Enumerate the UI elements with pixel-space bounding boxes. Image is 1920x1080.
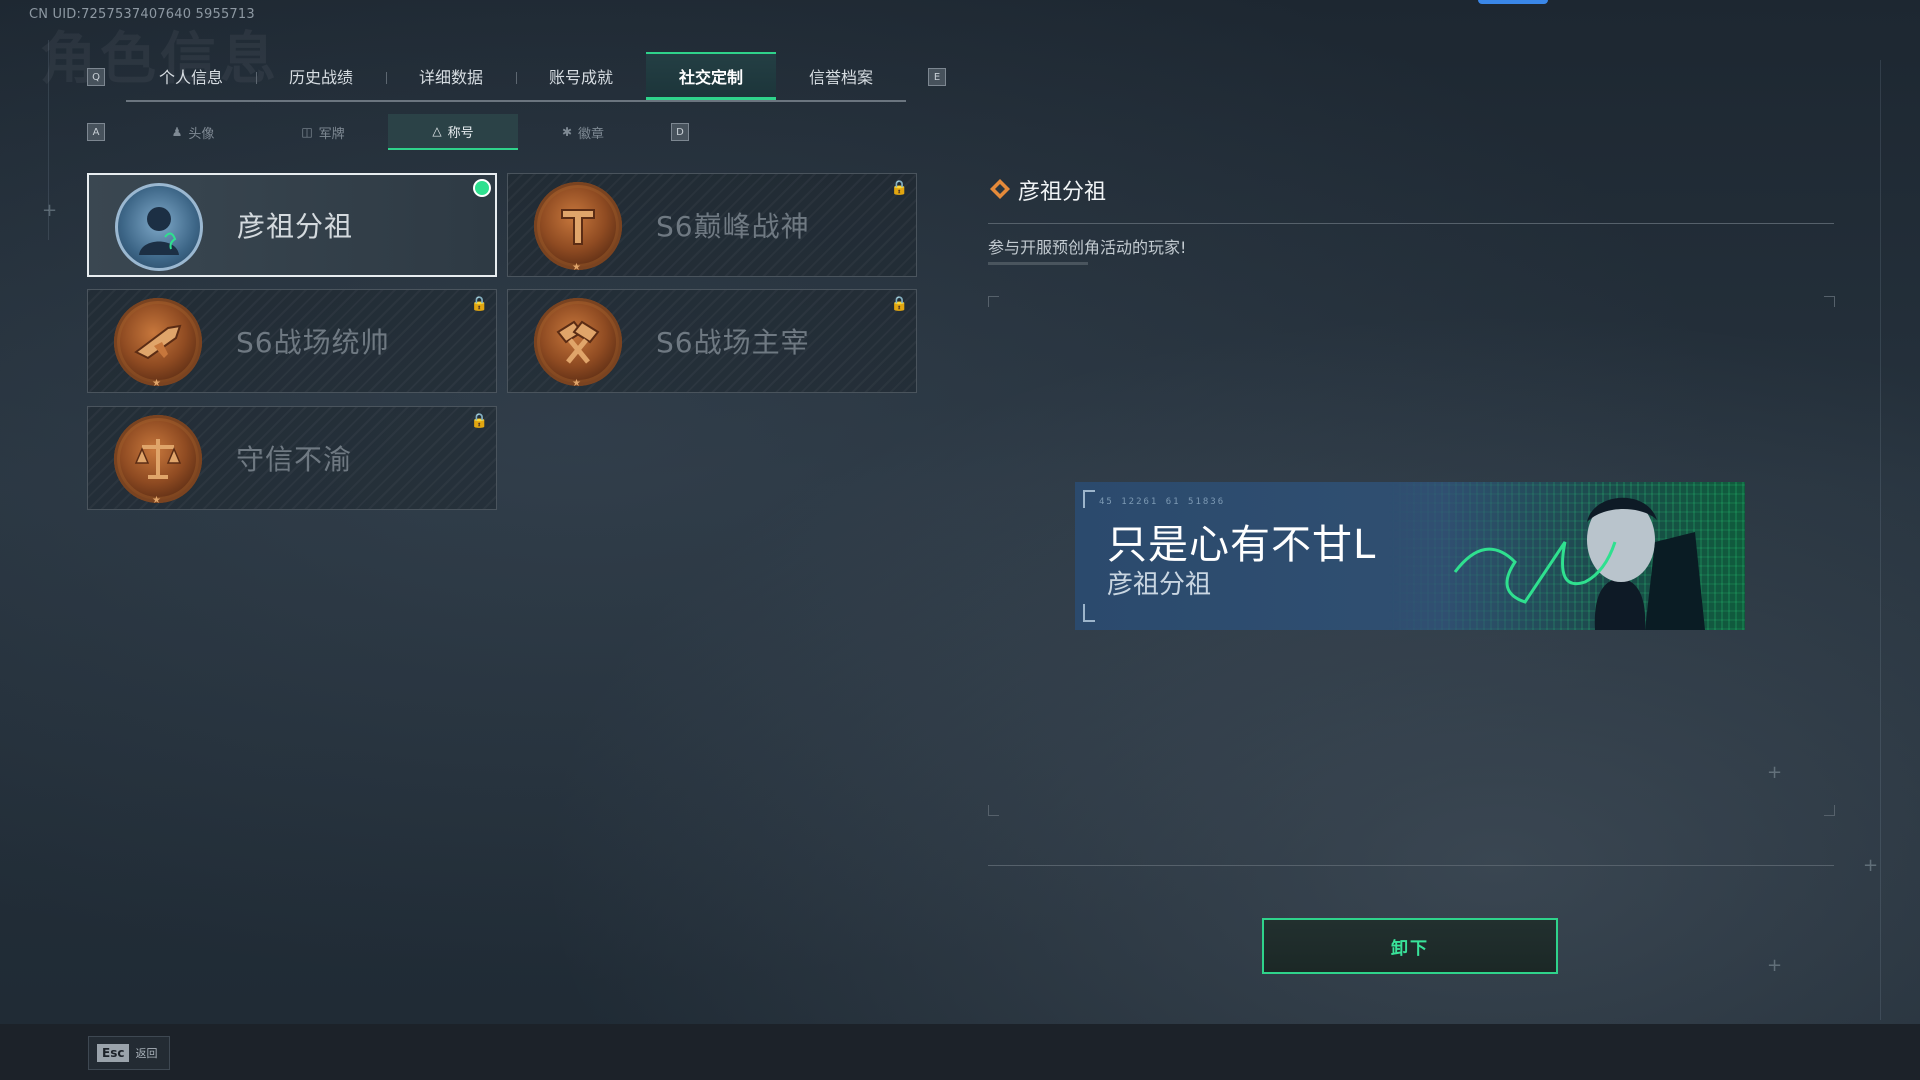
star-icon: ★ [572, 262, 581, 273]
footer-bar [0, 1024, 1920, 1080]
sub-tabs: ♟ 头像 ◫ 军牌 △ 称号 ✱ 徽章 [128, 114, 648, 150]
detail-divider [988, 223, 1834, 224]
frame-corner [988, 805, 999, 816]
jet-symbol-icon [134, 324, 182, 360]
subtab-avatar[interactable]: ♟ 头像 [128, 114, 258, 150]
title-name: S6战场统帅 [236, 326, 390, 359]
title-banner-preview: 45 12261 61 51836 只是心有不甘L 彦祖分祖 [1075, 482, 1745, 630]
crosshair-mark: + [1767, 955, 1783, 976]
crosshair-mark: + [42, 200, 58, 221]
subtab-badge-label: 徽章 [578, 126, 605, 142]
detail-description: 参与开服预创角活动的玩家! [988, 238, 1187, 257]
bronze-t-emblem-icon [534, 182, 622, 270]
bronze-hammers-emblem-icon [534, 298, 622, 386]
crosshair-mark: + [1863, 855, 1879, 876]
tab-detailed-data[interactable]: 详细数据 [386, 52, 516, 100]
star-icon: ★ [572, 378, 581, 389]
subtab-next-key-hint[interactable]: D [671, 123, 689, 141]
tab-next-key-hint[interactable]: E [928, 68, 946, 86]
title-card-yanzu[interactable]: 彦祖分祖 [87, 173, 497, 277]
bronze-jet-emblem-icon [114, 298, 202, 386]
title-card-s6-dominator[interactable]: ★ S6战场主宰 🔒 [507, 289, 917, 393]
crosshair-mark: + [1767, 762, 1783, 783]
main-tabs: 个人信息 历史战绩 详细数据 账号成就 社交定制 信誉档案 [126, 52, 906, 102]
tab-match-history[interactable]: 历史战绩 [256, 52, 386, 100]
badge-icon: ✱ [561, 125, 573, 139]
top-indicator [1478, 0, 1548, 4]
bronze-scales-emblem-icon [114, 415, 202, 503]
lock-icon: 🔒 [890, 296, 908, 312]
scales-symbol-icon [134, 439, 182, 479]
frame-corner [1824, 296, 1835, 307]
lock-icon: 🔒 [890, 180, 908, 196]
portrait-silhouette-icon [139, 207, 179, 255]
subtab-avatar-label: 头像 [188, 126, 215, 142]
star-icon: ★ [152, 378, 161, 389]
tab-achievements[interactable]: 账号成就 [516, 52, 646, 100]
title-card-s6-peak[interactable]: ★ S6巅峰战神 🔒 [507, 173, 917, 277]
t-symbol-icon [561, 209, 595, 245]
bracket-top-left [1083, 490, 1095, 508]
subtab-badge[interactable]: ✱ 徽章 [518, 114, 648, 150]
frame-corner [988, 296, 999, 307]
subtab-dogtag-label: 军牌 [318, 126, 345, 142]
unequip-button[interactable]: 卸下 [1262, 918, 1558, 974]
detail-accent-bar [988, 262, 1088, 265]
back-label: 返回 [135, 1047, 158, 1060]
title-card-s6-commander[interactable]: ★ S6战场统帅 🔒 [87, 289, 497, 393]
bottom-divider [988, 865, 1834, 866]
lock-icon: 🔒 [470, 413, 488, 429]
person-icon: ♟ [171, 125, 183, 139]
tab-social-custom[interactable]: 社交定制 [646, 52, 776, 100]
tab-personal-info[interactable]: 个人信息 [126, 52, 256, 100]
triangle-icon: △ [432, 124, 442, 138]
title-card-keep-faith[interactable]: ★ 守信不渝 🔒 [87, 406, 497, 510]
subtab-title[interactable]: △ 称号 [388, 114, 518, 150]
banner-subtitle: 彦祖分祖 [1107, 570, 1212, 600]
subtab-title-label: 称号 [447, 125, 474, 141]
back-button[interactable]: Esc 返回 [88, 1036, 170, 1070]
esc-key-hint: Esc [97, 1044, 130, 1062]
dogtag-icon: ◫ [301, 125, 313, 139]
frame-corner [1824, 805, 1835, 816]
lock-icon: 🔒 [470, 296, 488, 312]
diamond-icon [990, 179, 1010, 199]
tab-prev-key-hint[interactable]: Q [87, 68, 105, 86]
banner-code: 45 12261 61 51836 [1099, 497, 1226, 507]
crossed-hammers-icon [556, 320, 600, 364]
title-name: S6战场主宰 [656, 326, 810, 359]
frame-line [1880, 60, 1881, 1020]
title-name: 彦祖分祖 [237, 210, 354, 243]
star-icon: ★ [152, 495, 161, 506]
signature-icon [1453, 541, 1617, 604]
title-name: S6巅峰战神 [656, 210, 810, 243]
banner-quote: 只是心有不甘L [1107, 522, 1377, 568]
bracket-bottom-left [1083, 604, 1095, 622]
tab-reputation[interactable]: 信誉档案 [776, 52, 906, 100]
detail-title: 彦祖分祖 [1018, 180, 1107, 205]
player-uid: CN UID:7257537407640 5955713 [29, 7, 255, 22]
title-name: 守信不渝 [236, 443, 353, 476]
subtab-dogtag[interactable]: ◫ 军牌 [258, 114, 388, 150]
subtab-prev-key-hint[interactable]: A [87, 123, 105, 141]
equipped-indicator-icon [475, 181, 489, 195]
portrait-emblem-icon [115, 183, 203, 271]
